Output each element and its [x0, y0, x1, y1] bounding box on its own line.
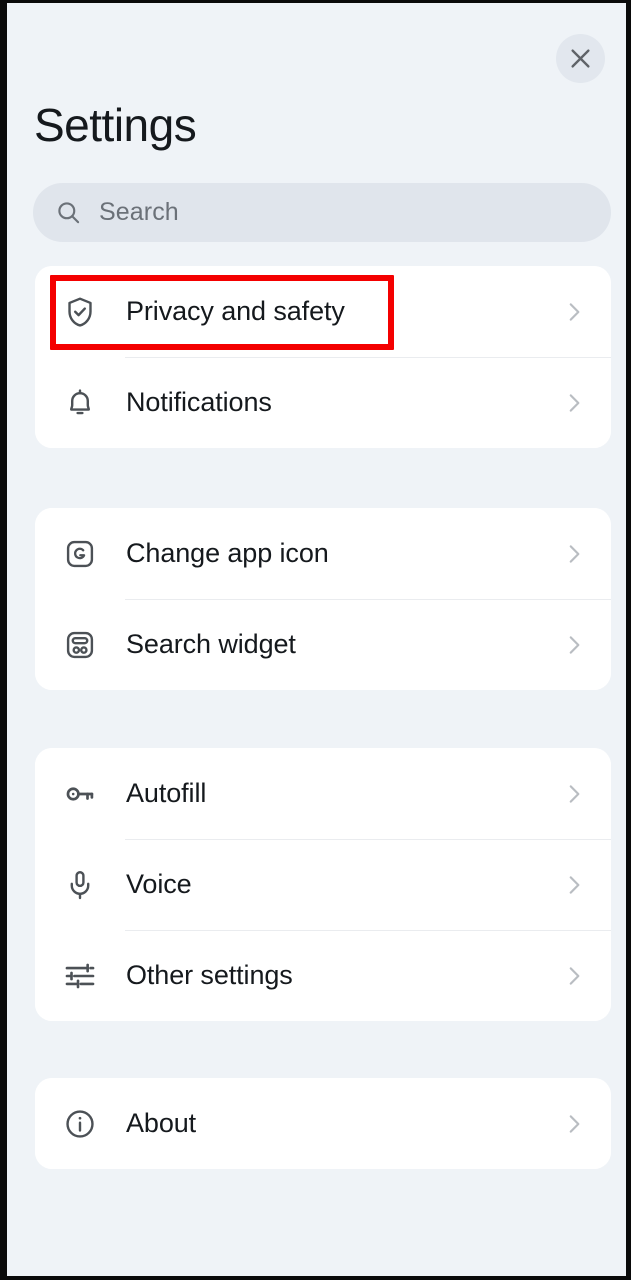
settings-row-privacy-and-safety[interactable]: Privacy and safety: [35, 266, 611, 357]
settings-row-label: Privacy and safety: [126, 296, 345, 326]
chevron-right-icon: [561, 872, 587, 898]
chevron-right-icon: [561, 299, 587, 325]
shield-check-icon: [58, 290, 102, 334]
tune-sliders-icon: [58, 954, 102, 998]
device-frame: Settings Search Privacy and safety Notif…: [0, 0, 631, 1280]
chevron-right-icon: [561, 632, 587, 658]
settings-row-label: Autofill: [126, 778, 207, 808]
settings-row-autofill[interactable]: Autofill: [35, 748, 611, 839]
settings-row-label: Change app icon: [126, 538, 329, 568]
settings-row-label: Search widget: [126, 629, 296, 659]
settings-row-notifications[interactable]: Notifications: [35, 357, 611, 448]
bell-icon: [58, 381, 102, 425]
chevron-right-icon: [561, 963, 587, 989]
key-icon: [58, 772, 102, 816]
close-button[interactable]: [556, 34, 605, 83]
settings-row-label: About: [126, 1108, 197, 1138]
search-input[interactable]: Search: [33, 183, 611, 242]
search-placeholder: Search: [99, 198, 179, 226]
settings-row-voice[interactable]: Voice: [35, 839, 611, 930]
settings-group-appearance: Change app icon Search widget: [35, 508, 611, 690]
chevron-right-icon: [561, 1111, 587, 1137]
info-circle-icon: [58, 1102, 102, 1146]
app-icon-g-icon: [58, 532, 102, 576]
settings-group-input: Autofill Voice Other settings: [35, 748, 611, 1021]
search-icon: [55, 199, 82, 226]
chevron-right-icon: [561, 541, 587, 567]
settings-row-label: Other settings: [126, 960, 293, 990]
close-icon: [567, 45, 594, 72]
settings-screen: Settings Search Privacy and safety Notif…: [7, 3, 626, 1276]
widget-icon: [58, 623, 102, 667]
settings-row-search-widget[interactable]: Search widget: [35, 599, 611, 690]
microphone-icon: [58, 863, 102, 907]
settings-row-about[interactable]: About: [35, 1078, 611, 1169]
settings-group-privacy: Privacy and safety Notifications: [35, 266, 611, 448]
settings-row-label: Voice: [126, 869, 192, 899]
settings-row-other-settings[interactable]: Other settings: [35, 930, 611, 1021]
settings-group-info: About: [35, 1078, 611, 1169]
settings-row-change-app-icon[interactable]: Change app icon: [35, 508, 611, 599]
chevron-right-icon: [561, 781, 587, 807]
page-title: Settings: [34, 99, 197, 151]
chevron-right-icon: [561, 390, 587, 416]
settings-row-label: Notifications: [126, 387, 272, 417]
